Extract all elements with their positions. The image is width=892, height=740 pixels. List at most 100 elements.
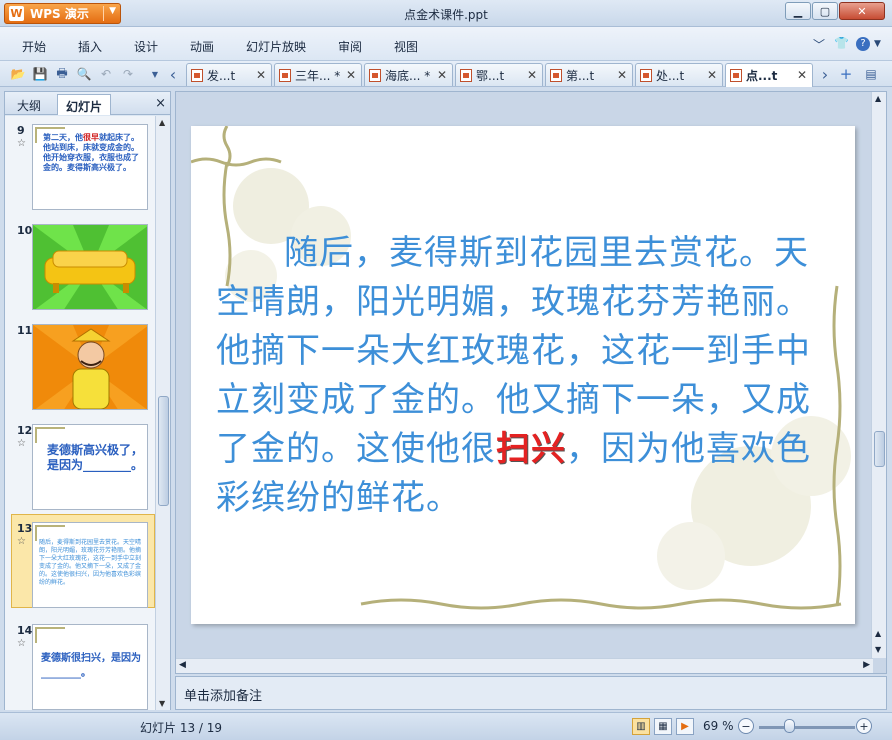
close-icon[interactable]: ×	[155, 96, 166, 111]
save-icon[interactable]: 💾	[31, 65, 49, 83]
doc-tab[interactable]: 处...t ✕	[635, 63, 723, 86]
zoom-slider[interactable]	[759, 726, 855, 729]
doc-tab[interactable]: 第...t ✕	[545, 63, 633, 86]
menu-design[interactable]: 设计	[134, 38, 158, 55]
scrollbar-thumb[interactable]	[158, 396, 169, 506]
tabs-scroll-right-icon[interactable]: ›	[816, 65, 834, 84]
tab-list-icon[interactable]: ▤	[862, 65, 880, 83]
slide-thumbnail-12[interactable]: 12 ☆ 麦德斯高兴极了，是因为________。	[5, 424, 155, 512]
slide-thumbnail-11[interactable]: 11	[5, 324, 155, 412]
doc-tab[interactable]: 三年... * ✕	[274, 63, 362, 86]
zoom-slider-handle[interactable]	[784, 719, 795, 733]
ribbon-collapse-icon[interactable]: ﹀	[813, 36, 825, 53]
animation-star-icon: ☆	[17, 638, 26, 649]
quick-toolbar: 📂 💾 🖶 🔍 ↶ ↷ ▼ ‹ 发...t ✕ 三年... * ✕ 海底... …	[0, 61, 892, 87]
scroll-up-icon[interactable]: ▲	[875, 94, 881, 103]
help-dropdown-icon[interactable]: ▼	[874, 39, 881, 49]
slideshow-view-icon[interactable]: ▶	[676, 718, 694, 735]
close-icon[interactable]: ✕	[707, 68, 717, 82]
minimize-button[interactable]: ▁	[785, 2, 811, 20]
scroll-right-icon[interactable]: ▶	[863, 660, 870, 670]
redo-icon[interactable]: ↷	[119, 65, 137, 83]
close-icon[interactable]: ✕	[527, 68, 537, 82]
slide-thumbnail-10[interactable]: 10	[5, 224, 155, 312]
next-slide-icon[interactable]: ▼	[875, 645, 881, 654]
close-button[interactable]: ✕	[839, 2, 885, 20]
close-icon[interactable]: ✕	[617, 68, 627, 82]
notes-pane[interactable]: 单击添加备注	[175, 676, 887, 710]
menu-review[interactable]: 审阅	[338, 38, 362, 55]
frame-decoration	[35, 627, 65, 643]
doc-tab-label: 三年... *	[295, 68, 341, 83]
ppt-file-icon	[460, 68, 472, 82]
close-icon[interactable]: ✕	[346, 68, 356, 82]
maximize-button[interactable]: ▢	[812, 2, 838, 20]
scroll-up-icon[interactable]: ▲	[159, 118, 165, 127]
doc-tab-label: 海底... *	[385, 68, 431, 83]
skin-icon[interactable]: 👕	[834, 36, 849, 50]
print-preview-icon[interactable]: 🔍	[75, 65, 93, 83]
close-icon[interactable]: ✕	[256, 68, 266, 82]
scroll-left-icon[interactable]: ◀	[179, 660, 186, 670]
slide-thumbnail-9[interactable]: 9 ☆ 第二天，他很早就起床了。他站到床，床就变成金的。他开始穿衣服，衣服也成了…	[5, 124, 155, 212]
menu-view[interactable]: 视图	[394, 38, 418, 55]
slide-canvas[interactable]: 随后，麦得斯到花园里去赏花。天空晴朗，阳光明媚，玫瑰花芬芳艳丽。他摘下一朵大红玫…	[191, 126, 855, 624]
editor-horizontal-scrollbar[interactable]: ◀ ▶	[176, 658, 873, 673]
frame-decoration	[35, 427, 65, 443]
panel-tabs: 大纲 幻灯片 ×	[5, 92, 170, 115]
new-tab-icon[interactable]: +	[837, 65, 855, 83]
tab-outline[interactable]: 大纲	[9, 94, 49, 115]
close-icon[interactable]: ✕	[437, 68, 447, 82]
slide-number: 14	[17, 624, 33, 637]
doc-tab-label: 第...t	[566, 68, 595, 83]
slide-thumbnail-13[interactable]: 13 ☆ 随后，麦得斯到花园里去赏花。天空晴朗，阳光明媚，玫瑰花芬芳艳丽。他摘下…	[5, 522, 155, 610]
ppt-file-icon	[640, 68, 652, 82]
ppt-file-icon	[279, 68, 291, 82]
slide-body-text[interactable]: 随后，麦得斯到花园里去赏花。天空晴朗，阳光明媚，玫瑰花芬芳艳丽。他摘下一朵大红玫…	[216, 229, 831, 523]
print-icon[interactable]: 🖶	[53, 65, 71, 83]
undo-icon[interactable]: ↶	[97, 65, 115, 83]
slide-thumbnail-list: 9 ☆ 第二天，他很早就起床了。他站到床，床就变成金的。他开始穿衣服，衣服也成了…	[5, 116, 155, 710]
slide-sorter-view-icon[interactable]: ▦	[654, 718, 672, 735]
scrollbar-thumb[interactable]	[874, 431, 885, 467]
slide-text: 麦德斯很扫兴，是因为________。	[41, 653, 141, 679]
ppt-file-icon	[191, 68, 203, 82]
slide-number: 12	[17, 424, 33, 437]
doc-tab-active[interactable]: 点...t ✕	[725, 63, 813, 87]
slide-text-red: 很早	[83, 133, 99, 142]
close-icon[interactable]: ✕	[797, 68, 807, 82]
slide-preview: 随后，麦得斯到花园里去赏花。天空晴朗，阳光明媚，玫瑰花芬芳艳丽。他摘下一朵大红玫…	[32, 522, 148, 608]
slide-thumbnail-14[interactable]: 14 ☆ 麦德斯很扫兴，是因为________。	[5, 624, 155, 710]
menu-insert[interactable]: 插入	[78, 38, 102, 55]
editor-vertical-scrollbar[interactable]: ▲ ▲ ▼	[871, 92, 886, 658]
doc-tab-label: 发...t	[207, 68, 236, 83]
doc-tab-label: 鄂...t	[476, 68, 505, 83]
title-bar: W WPS 演示 ▼ 点金术课件.ppt ▁ ▢ ✕	[0, 0, 892, 27]
thumbnail-scrollbar[interactable]: ▲ ▼	[155, 116, 170, 710]
open-folder-icon[interactable]: 📂	[9, 65, 27, 83]
ppt-file-icon	[730, 69, 742, 82]
slide-preview	[32, 324, 148, 410]
status-bar: 幻灯片 13 / 19 ▥ ▦ ▶ 69 % − +	[0, 712, 892, 740]
animation-star-icon: ☆	[17, 536, 26, 547]
doc-tab[interactable]: 发...t ✕	[186, 63, 272, 86]
tabs-scroll-left-icon[interactable]: ‹	[164, 65, 182, 84]
doc-tab-label: 点...t	[746, 69, 778, 83]
menu-slideshow[interactable]: 幻灯片放映	[246, 38, 306, 55]
menu-home[interactable]: 开始	[22, 38, 46, 55]
sofa-image	[33, 225, 147, 309]
doc-tab[interactable]: 海底... * ✕	[364, 63, 453, 86]
prev-slide-icon[interactable]: ▲	[875, 629, 881, 638]
zoom-in-icon[interactable]: +	[856, 718, 872, 734]
customize-toolbar-icon[interactable]: ▼	[146, 65, 164, 83]
menu-animation[interactable]: 动画	[190, 38, 214, 55]
tab-slides[interactable]: 幻灯片	[57, 94, 112, 115]
scroll-down-icon[interactable]: ▼	[159, 699, 165, 708]
slide-panel: 大纲 幻灯片 × 9 ☆ 第二天，他很早就起床了。他站到床，床就变成金的。他开始…	[4, 91, 171, 710]
doc-tab[interactable]: 鄂...t ✕	[455, 63, 543, 86]
slide-preview: 第二天，他很早就起床了。他站到床，床就变成金的。他开始穿衣服，衣服也成了金的。麦…	[32, 124, 148, 210]
animation-star-icon: ☆	[17, 438, 26, 449]
zoom-out-icon[interactable]: −	[738, 718, 754, 734]
normal-view-icon[interactable]: ▥	[632, 718, 650, 735]
help-icon[interactable]: ?	[856, 37, 870, 51]
